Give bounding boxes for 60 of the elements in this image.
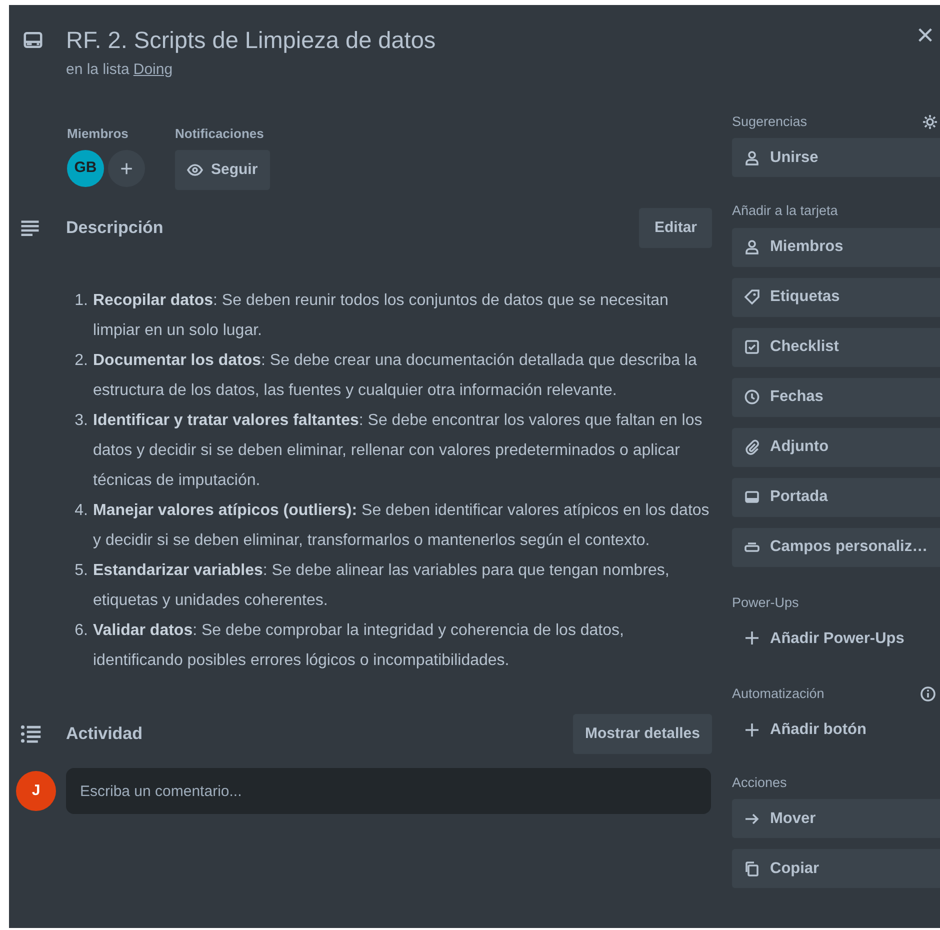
sidebar-button[interactable]: Fechas (732, 378, 940, 416)
comment-field[interactable]: Escriba un comentario... (66, 768, 711, 814)
list-item-text: Documentar los datos: Se debe crear una documentación detallada que describa la estructura de los datos, las fuentes y cualquier otra información relevante. (93, 351, 698, 401)
list-number: 2. (74, 351, 88, 371)
add-member-button[interactable]: + (108, 150, 145, 187)
sidebar-button[interactable]: Unirse (732, 138, 940, 178)
list-caption: en la lista (66, 60, 130, 80)
member-avatar[interactable]: GB (67, 150, 104, 187)
notifications-label: Notificaciones (175, 124, 265, 142)
sidebar-button[interactable]: Miembros (732, 228, 940, 266)
section-title: Descripción (66, 217, 164, 240)
section-title: Actividad (66, 723, 143, 746)
sidebar-button[interactable]: Adjunto (732, 428, 940, 466)
card-title: RF. 2. Scripts de Limpieza de datos (66, 26, 436, 55)
person-icon (744, 239, 760, 255)
list-item-text: Identificar y tratar valores faltantes: Se debe encontrar los valores que faltan en los datos y decidir si se deben eliminar, rellenar con valores predeterminados o aplicar técnicas de imputación. (93, 411, 704, 491)
sidebar-section-label: Añadir a la tarjeta (732, 202, 838, 220)
sidebar-button[interactable]: Campos personaliz… (732, 528, 940, 566)
list-item-text: Estandarizar variables: Se debe alinear las variables para que tengan nombres, etiquetas y unidades coherentes. (93, 561, 670, 611)
list-item-text: Manejar valores atípicos (outliers): Se deben identificar valores atípicos en los datos y decidir si se deben eliminar, transformarlos o mantenerlos según el contexto. (93, 501, 710, 551)
sidebar-button[interactable]: Añadir botón (732, 710, 940, 749)
sidebar-section-label: Automatización (732, 684, 824, 703)
sidebar-button[interactable]: Etiquetas (732, 278, 940, 316)
plus-icon (744, 722, 760, 738)
sidebar-section-label: Sugerencias (732, 113, 808, 131)
show-details-button[interactable]: Mostrar detalles (572, 714, 712, 754)
list-number: 4. (74, 501, 88, 521)
list-number: 6. (74, 621, 88, 641)
sidebar-button[interactable]: Copiar (732, 849, 940, 888)
person-icon (744, 150, 760, 166)
activity-icon (20, 723, 42, 745)
eye-icon (187, 162, 203, 178)
user-avatar: J (16, 771, 56, 811)
card-cover-icon (744, 489, 760, 505)
copy-icon (744, 860, 760, 877)
info-icon (920, 686, 936, 702)
plus-icon (744, 630, 760, 646)
sidebar-section-label: Acciones (732, 774, 787, 792)
sidebar-button[interactable]: Portada (732, 478, 940, 516)
follow-button[interactable]: Seguir (175, 150, 270, 190)
settings-icon (922, 114, 938, 130)
sidebar-section-label: Power-Ups (732, 594, 799, 612)
list-item-text: Recopilar datos: Se deben reunir todos los conjuntos de datos que se necesitan limpiar en un solo lugar. (93, 291, 670, 341)
sidebar-button[interactable]: Mover (732, 799, 940, 838)
description-icon (20, 218, 40, 238)
edit-button[interactable]: Editar (639, 208, 712, 248)
list-item-text: Validar datos: Se debe comprobar la integridad y coherencia de los datos, identificando posibles errores lógicos o incompatibilidades. (93, 621, 625, 671)
members-label: Miembros (67, 124, 130, 142)
checkbox-icon (744, 339, 760, 355)
list-number: 5. (74, 561, 88, 581)
list-number: 1. (74, 291, 88, 311)
sidebar-button[interactable]: Checklist (732, 328, 940, 366)
card-icon (23, 30, 43, 50)
clock-icon (744, 389, 760, 405)
sidebar-button[interactable]: Añadir Power-Ups (732, 618, 940, 658)
close-button[interactable]: × (916, 21, 934, 51)
tag-icon (744, 289, 760, 305)
paperclip-icon (744, 439, 760, 455)
list-link[interactable]: Doing (133, 59, 173, 82)
list-number: 3. (74, 411, 88, 431)
